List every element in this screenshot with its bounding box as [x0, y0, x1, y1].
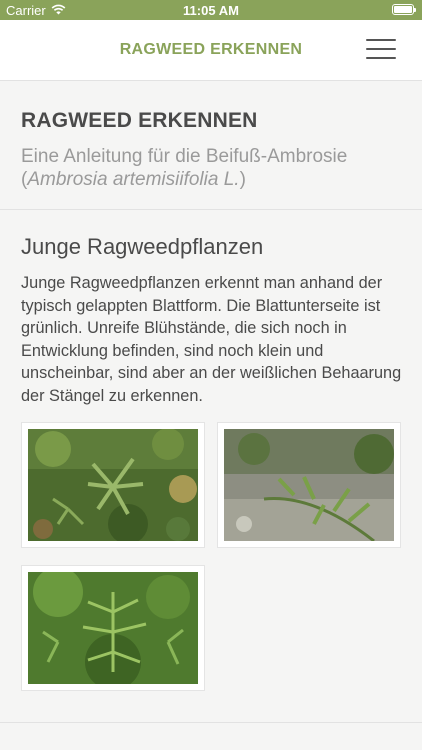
navigation-bar: RAGWEED ERKENNEN [0, 20, 422, 81]
nav-title: RAGWEED ERKENNEN [119, 41, 303, 58]
page-header: RAGWEED ERKENNEN Eine Anleitung für die … [0, 81, 422, 210]
battery-icon [392, 4, 416, 15]
subtitle-main: Eine Anleitung für die Beifuß-Ambrosie [21, 146, 348, 167]
section-text: Junge Ragweedpflanzen erkennt man anhand… [21, 274, 402, 405]
plant-photo-3-image [28, 572, 198, 684]
hamburger-menu-icon[interactable] [366, 37, 396, 61]
subtitle-close-paren: ) [239, 169, 246, 190]
plant-photo-2[interactable] [217, 422, 401, 548]
young-plants-section: Junge Ragweedpflanzen Junge Ragweedpflan… [0, 210, 422, 723]
page-subtitle: Eine Anleitung für die Beifuß-Ambrosie (… [21, 145, 411, 191]
subtitle-latin-name: Ambrosia artemisiifolia L. [27, 169, 240, 190]
section-title: Junge Ragweedpflanzen [21, 234, 264, 259]
plant-photo-1[interactable] [21, 422, 205, 548]
plant-photo-3[interactable] [21, 565, 205, 691]
status-bar: Carrier 11:05 AM [0, 0, 422, 20]
plant-photo-1-image [28, 429, 198, 541]
page-title: RAGWEED ERKENNEN [21, 109, 258, 132]
plant-photo-2-image [224, 429, 394, 541]
clock: 11:05 AM [183, 3, 239, 18]
